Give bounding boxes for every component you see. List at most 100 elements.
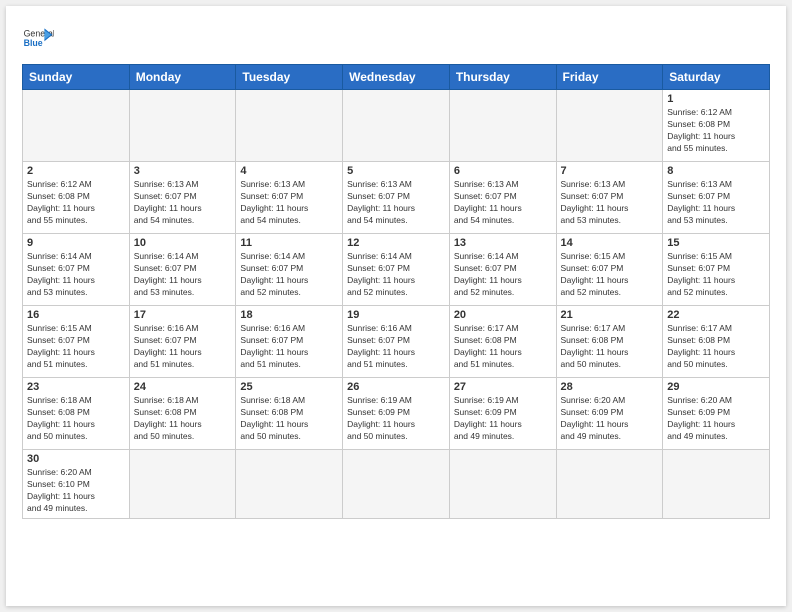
day-info: Sunrise: 6:12 AM Sunset: 6:08 PM Dayligh…	[27, 179, 125, 227]
calendar-cell: 2 Sunrise: 6:12 AM Sunset: 6:08 PM Daylig…	[23, 162, 130, 234]
day-info: Sunrise: 6:13 AM Sunset: 6:07 PM Dayligh…	[347, 179, 445, 227]
calendar-week-row: 16Sunrise: 6:15 AM Sunset: 6:07 PM Dayli…	[23, 306, 770, 378]
day-info: Sunrise: 6:17 AM Sunset: 6:08 PM Dayligh…	[561, 323, 659, 371]
day-number: 28	[561, 381, 659, 393]
calendar-cell: 26Sunrise: 6:19 AM Sunset: 6:09 PM Dayli…	[343, 378, 450, 450]
calendar-cell: 20Sunrise: 6:17 AM Sunset: 6:08 PM Dayli…	[449, 306, 556, 378]
calendar-cell: 18Sunrise: 6:16 AM Sunset: 6:07 PM Dayli…	[236, 306, 343, 378]
day-number: 9	[27, 237, 125, 249]
calendar-week-row: 30Sunrise: 6:20 AM Sunset: 6:10 PM Dayli…	[23, 450, 770, 519]
day-info: Sunrise: 6:16 AM Sunset: 6:07 PM Dayligh…	[347, 323, 445, 371]
day-info: Sunrise: 6:14 AM Sunset: 6:07 PM Dayligh…	[454, 251, 552, 299]
calendar-cell: 30Sunrise: 6:20 AM Sunset: 6:10 PM Dayli…	[23, 450, 130, 519]
calendar-cell: 12Sunrise: 6:14 AM Sunset: 6:07 PM Dayli…	[343, 234, 450, 306]
calendar-cell	[663, 450, 770, 519]
calendar-cell: 21 Sunrise: 6:17 AM Sunset: 6:08 PM Dayli…	[556, 306, 663, 378]
calendar-cell	[556, 450, 663, 519]
calendar-cell: 24 Sunrise: 6:18 AM Sunset: 6:08 PM Dayli…	[129, 378, 236, 450]
calendar-page: General Blue SundayMondayTuesdayWednesda…	[6, 6, 786, 606]
day-info: Sunrise: 6:20 AM Sunset: 6:09 PM Dayligh…	[667, 395, 765, 443]
day-number: 11	[240, 237, 338, 249]
day-info: Sunrise: 6:14 AM Sunset: 6:07 PM Dayligh…	[240, 251, 338, 299]
day-info: Sunrise: 6:13 AM Sunset: 6:07 PM Dayligh…	[240, 179, 338, 227]
day-info: Sunrise: 6:17 AM Sunset: 6:08 PM Dayligh…	[667, 323, 765, 371]
calendar-cell: 4Sunrise: 6:13 AM Sunset: 6:07 PM Daylig…	[236, 162, 343, 234]
day-number: 1	[667, 93, 765, 105]
calendar-cell: 9 Sunrise: 6:14 AM Sunset: 6:07 PM Daylig…	[23, 234, 130, 306]
calendar-cell: 13 Sunrise: 6:14 AM Sunset: 6:07 PM Dayli…	[449, 234, 556, 306]
calendar-cell: 29 Sunrise: 6:20 AM Sunset: 6:09 PM Dayli…	[663, 378, 770, 450]
day-info: Sunrise: 6:16 AM Sunset: 6:07 PM Dayligh…	[134, 323, 232, 371]
weekday-saturday: Saturday	[663, 65, 770, 90]
day-info: Sunrise: 6:13 AM Sunset: 6:07 PM Dayligh…	[667, 179, 765, 227]
calendar-table: SundayMondayTuesdayWednesdayThursdayFrid…	[22, 64, 770, 519]
day-info: Sunrise: 6:13 AM Sunset: 6:07 PM Dayligh…	[561, 179, 659, 227]
calendar-cell: 25Sunrise: 6:18 AM Sunset: 6:08 PM Dayli…	[236, 378, 343, 450]
day-number: 19	[347, 309, 445, 321]
calendar-cell: 15Sunrise: 6:15 AM Sunset: 6:07 PM Dayli…	[663, 234, 770, 306]
day-info: Sunrise: 6:18 AM Sunset: 6:08 PM Dayligh…	[134, 395, 232, 443]
weekday-tuesday: Tuesday	[236, 65, 343, 90]
day-info: Sunrise: 6:19 AM Sunset: 6:09 PM Dayligh…	[454, 395, 552, 443]
calendar-cell	[343, 450, 450, 519]
logo-icon: General Blue	[22, 22, 54, 54]
day-number: 21	[561, 309, 659, 321]
day-info: Sunrise: 6:20 AM Sunset: 6:10 PM Dayligh…	[27, 467, 125, 515]
calendar-cell	[236, 90, 343, 162]
weekday-thursday: Thursday	[449, 65, 556, 90]
calendar-cell	[129, 90, 236, 162]
calendar-cell: 19 Sunrise: 6:16 AM Sunset: 6:07 PM Dayli…	[343, 306, 450, 378]
weekday-header-row: SundayMondayTuesdayWednesdayThursdayFrid…	[23, 65, 770, 90]
weekday-sunday: Sunday	[23, 65, 130, 90]
calendar-week-row: 2 Sunrise: 6:12 AM Sunset: 6:08 PM Daylig…	[23, 162, 770, 234]
calendar-cell	[23, 90, 130, 162]
day-info: Sunrise: 6:12 AM Sunset: 6:08 PM Dayligh…	[667, 107, 765, 155]
day-number: 8	[667, 165, 765, 177]
calendar-cell: 7Sunrise: 6:13 AM Sunset: 6:07 PM Daylig…	[556, 162, 663, 234]
day-number: 10	[134, 237, 232, 249]
calendar-cell: 17 Sunrise: 6:16 AM Sunset: 6:07 PM Dayli…	[129, 306, 236, 378]
day-info: Sunrise: 6:15 AM Sunset: 6:07 PM Dayligh…	[667, 251, 765, 299]
day-info: Sunrise: 6:13 AM Sunset: 6:07 PM Dayligh…	[454, 179, 552, 227]
day-number: 24	[134, 381, 232, 393]
calendar-cell: 27 Sunrise: 6:19 AM Sunset: 6:09 PM Dayli…	[449, 378, 556, 450]
calendar-cell	[449, 450, 556, 519]
calendar-cell	[129, 450, 236, 519]
day-info: Sunrise: 6:15 AM Sunset: 6:07 PM Dayligh…	[27, 323, 125, 371]
calendar-cell: 23Sunrise: 6:18 AM Sunset: 6:08 PM Dayli…	[23, 378, 130, 450]
calendar-cell: 28Sunrise: 6:20 AM Sunset: 6:09 PM Dayli…	[556, 378, 663, 450]
calendar-cell: 14 Sunrise: 6:15 AM Sunset: 6:07 PM Dayli…	[556, 234, 663, 306]
day-number: 18	[240, 309, 338, 321]
calendar-cell	[343, 90, 450, 162]
weekday-friday: Friday	[556, 65, 663, 90]
day-info: Sunrise: 6:18 AM Sunset: 6:08 PM Dayligh…	[240, 395, 338, 443]
day-info: Sunrise: 6:19 AM Sunset: 6:09 PM Dayligh…	[347, 395, 445, 443]
day-info: Sunrise: 6:14 AM Sunset: 6:07 PM Dayligh…	[347, 251, 445, 299]
day-number: 17	[134, 309, 232, 321]
header: General Blue	[22, 22, 770, 54]
calendar-week-row: 23Sunrise: 6:18 AM Sunset: 6:08 PM Dayli…	[23, 378, 770, 450]
calendar-week-row: 9 Sunrise: 6:14 AM Sunset: 6:07 PM Daylig…	[23, 234, 770, 306]
weekday-monday: Monday	[129, 65, 236, 90]
day-number: 5	[347, 165, 445, 177]
day-number: 27	[454, 381, 552, 393]
calendar-cell: 11 Sunrise: 6:14 AM Sunset: 6:07 PM Dayli…	[236, 234, 343, 306]
day-info: Sunrise: 6:17 AM Sunset: 6:08 PM Dayligh…	[454, 323, 552, 371]
calendar-cell: 3 Sunrise: 6:13 AM Sunset: 6:07 PM Daylig…	[129, 162, 236, 234]
svg-text:Blue: Blue	[24, 38, 43, 48]
day-info: Sunrise: 6:15 AM Sunset: 6:07 PM Dayligh…	[561, 251, 659, 299]
weekday-wednesday: Wednesday	[343, 65, 450, 90]
day-number: 2	[27, 165, 125, 177]
day-number: 3	[134, 165, 232, 177]
day-number: 13	[454, 237, 552, 249]
day-info: Sunrise: 6:14 AM Sunset: 6:07 PM Dayligh…	[27, 251, 125, 299]
calendar-cell: 10Sunrise: 6:14 AM Sunset: 6:07 PM Dayli…	[129, 234, 236, 306]
day-number: 6	[454, 165, 552, 177]
calendar-cell	[449, 90, 556, 162]
day-info: Sunrise: 6:13 AM Sunset: 6:07 PM Dayligh…	[134, 179, 232, 227]
logo: General Blue	[22, 22, 54, 54]
day-number: 29	[667, 381, 765, 393]
calendar-cell: 5 Sunrise: 6:13 AM Sunset: 6:07 PM Daylig…	[343, 162, 450, 234]
calendar-cell: 1 Sunrise: 6:12 AM Sunset: 6:08 PM Daylig…	[663, 90, 770, 162]
day-number: 14	[561, 237, 659, 249]
